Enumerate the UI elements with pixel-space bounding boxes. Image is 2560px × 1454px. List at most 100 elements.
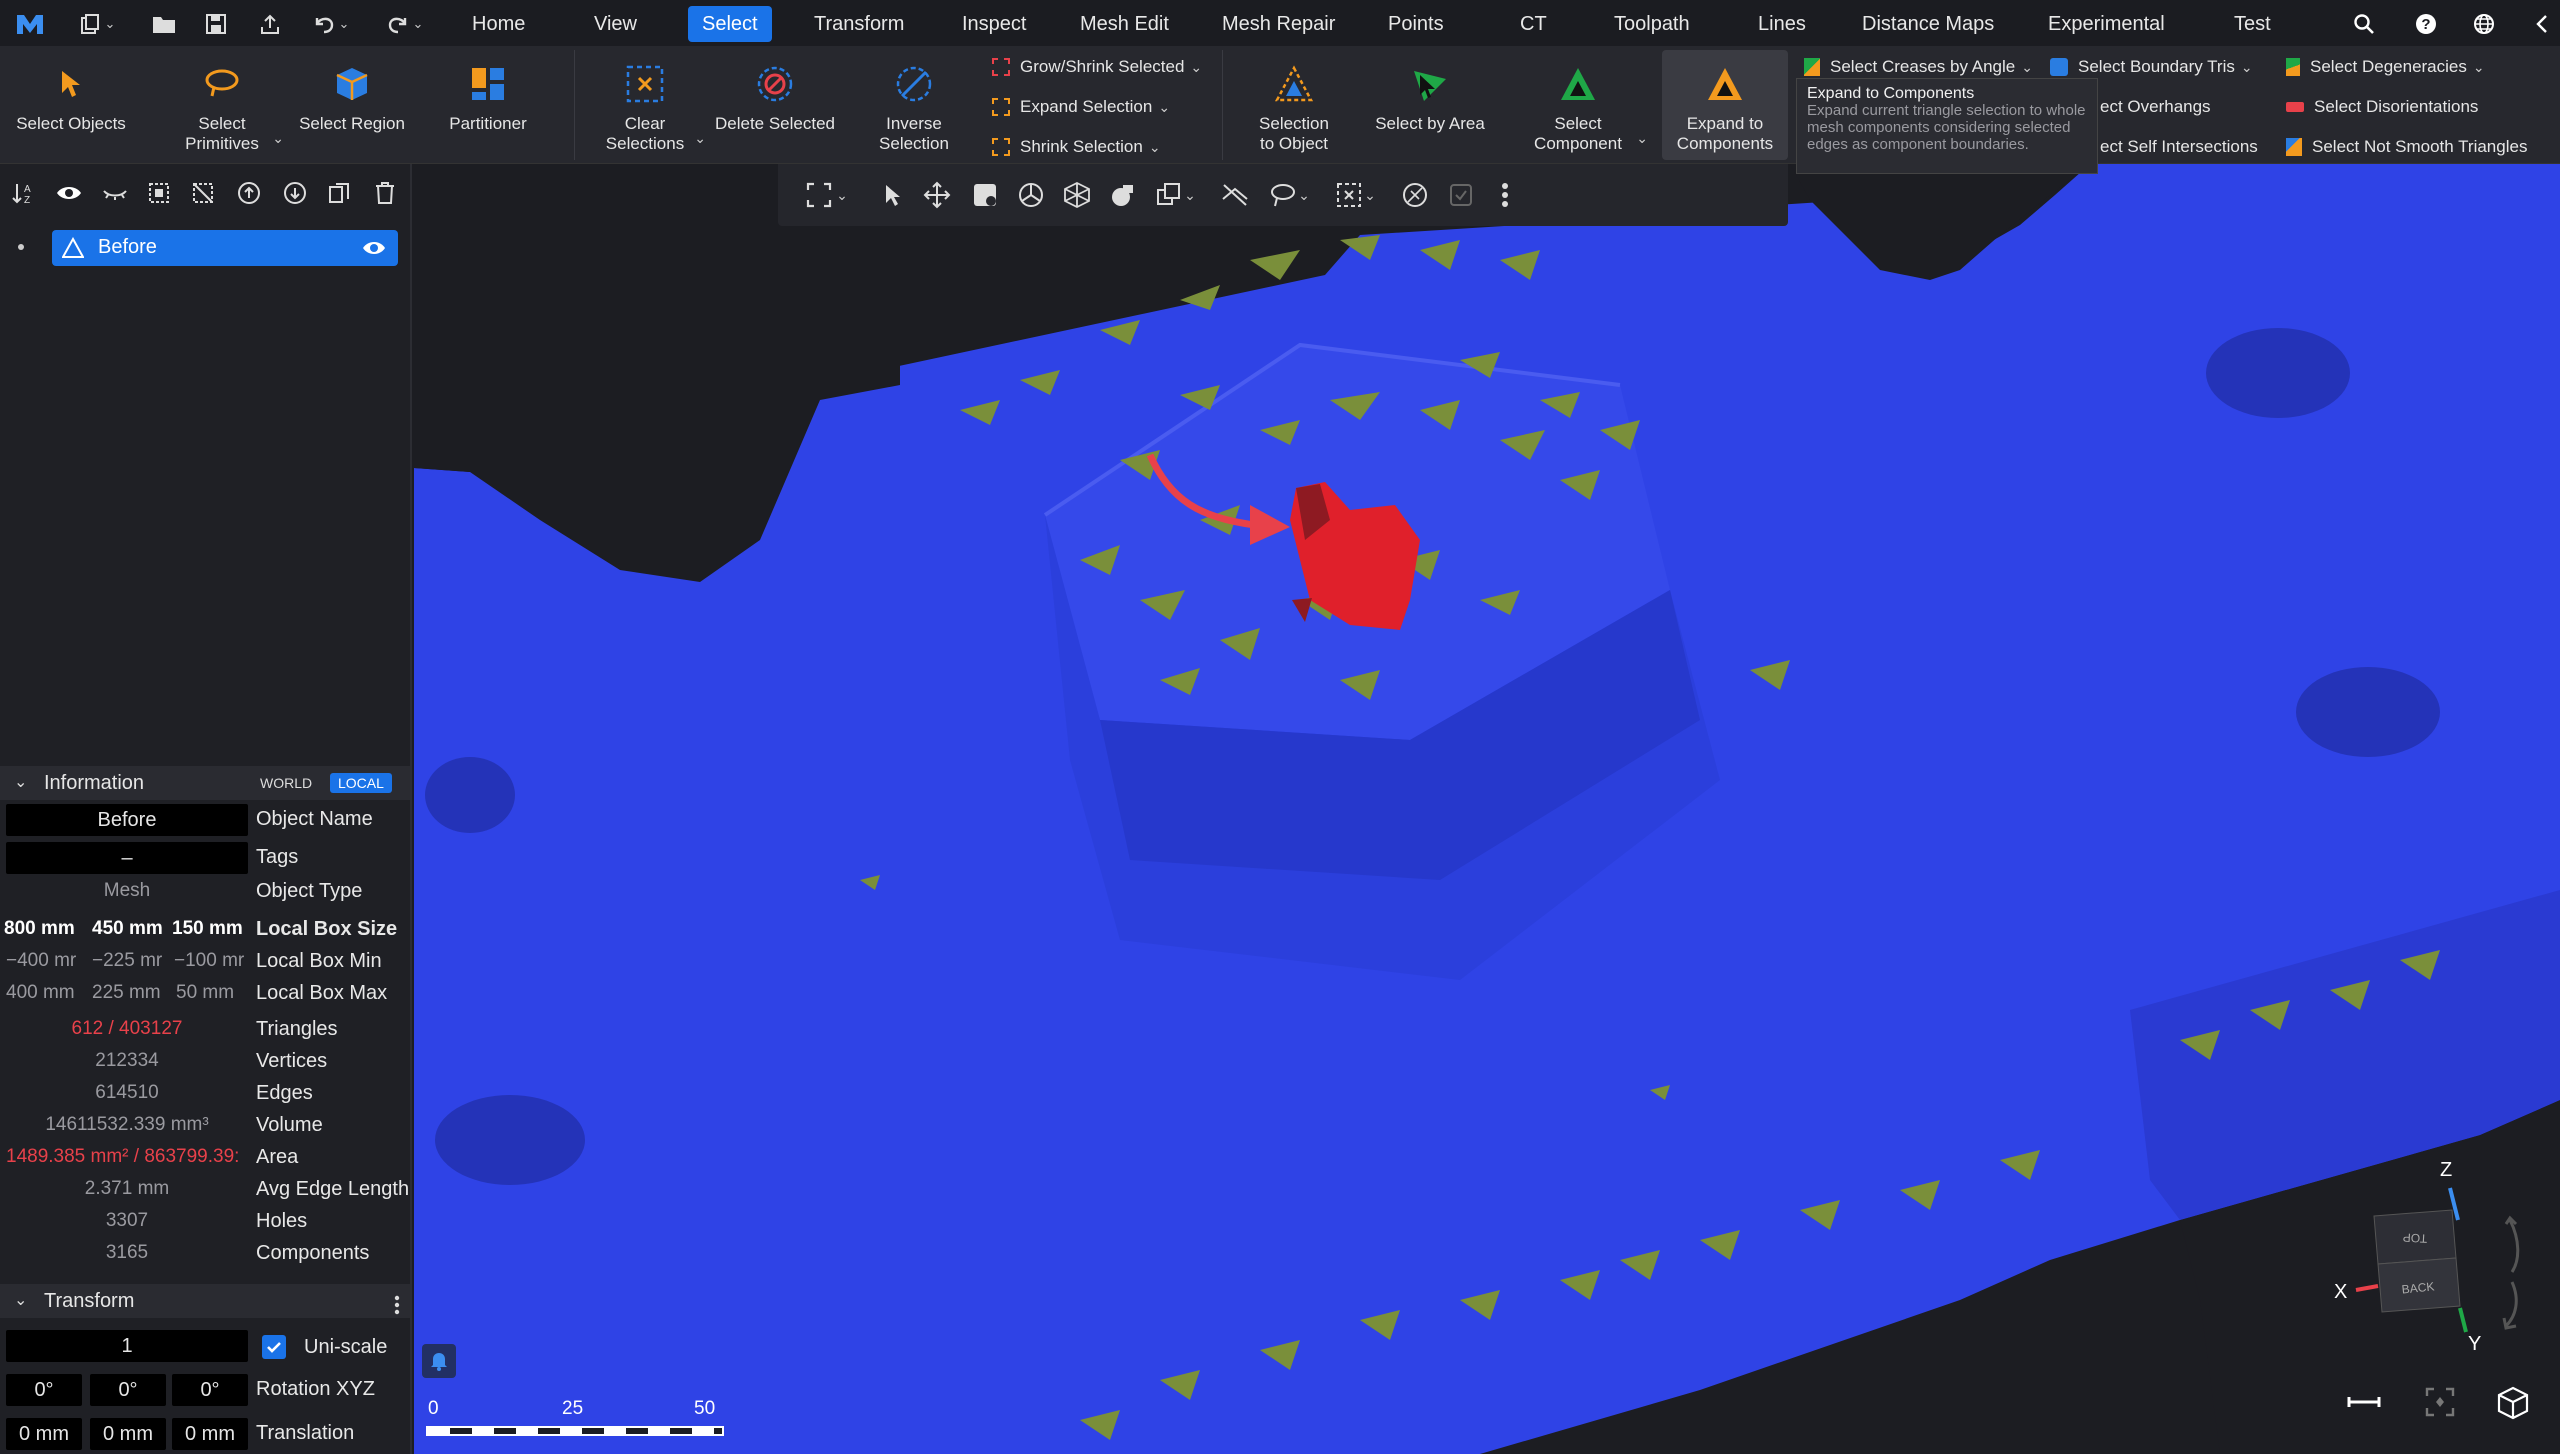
selection-to-object-button[interactable]: Selection to Object	[1236, 46, 1352, 164]
camera-icon[interactable]	[1106, 178, 1140, 212]
show-all-eye-icon[interactable]	[54, 178, 84, 208]
deselect-all-icon[interactable]	[188, 178, 218, 208]
transform-gizmo-icon[interactable]	[1060, 178, 1094, 212]
tab-inspect[interactable]: Inspect	[948, 6, 1040, 42]
rotate-cw-icon[interactable]	[2504, 1215, 2520, 1273]
tab-mesh-repair[interactable]: Mesh Repair	[1208, 6, 1349, 42]
perspective-cube-icon[interactable]	[2496, 1386, 2532, 1422]
save-icon[interactable]	[198, 6, 234, 42]
tab-experimental[interactable]: Experimental	[2034, 6, 2179, 42]
select-component-button[interactable]: Select Component ⌄	[1516, 46, 1648, 164]
tab-distance-maps[interactable]: Distance Maps	[1848, 6, 2008, 42]
language-globe-icon[interactable]	[2466, 6, 2502, 42]
select-cursor-icon[interactable]	[876, 178, 910, 212]
inverse-selection-button[interactable]: Inverse Selection	[852, 46, 976, 164]
select-not-smooth-triangles-button[interactable]: Select Not Smooth Triangles	[2286, 132, 2527, 162]
uniscale-checkbox[interactable]	[262, 1335, 286, 1359]
collapse-panel-icon[interactable]	[2524, 6, 2560, 42]
transform-menu-icon[interactable]	[394, 1292, 400, 1326]
filter-icon[interactable]	[1398, 178, 1432, 212]
select-degeneracies-dropdown-icon[interactable]: ⌄	[2473, 59, 2485, 76]
translation-z-field[interactable]: 0 mm	[172, 1418, 248, 1450]
new-file-dropdown-icon[interactable]: ⌄	[102, 6, 118, 42]
grow-shrink-dropdown-icon[interactable]: ⌄	[1190, 59, 1202, 76]
search-icon[interactable]	[2346, 6, 2382, 42]
paint-selection-icon[interactable]	[968, 178, 1002, 212]
tab-select[interactable]: Select	[688, 6, 772, 42]
3d-viewport[interactable]	[414, 164, 2560, 1454]
select-primitives-dropdown-icon[interactable]: ⌄	[272, 130, 284, 147]
select-creases-dropdown-icon[interactable]: ⌄	[2021, 59, 2033, 76]
ruler-icon[interactable]	[2346, 1394, 2382, 1414]
shrink-selection-dropdown-icon[interactable]: ⌄	[1149, 139, 1161, 156]
clone-dropdown-icon[interactable]: ⌄	[1180, 178, 1200, 212]
duplicate-icon[interactable]	[324, 178, 354, 208]
tab-lines[interactable]: Lines	[1744, 6, 1820, 42]
tab-toolpath[interactable]: Toolpath	[1600, 6, 1704, 42]
lasso-dropdown-icon[interactable]: ⌄	[1294, 178, 1314, 212]
rotate-view-icon[interactable]	[1014, 178, 1048, 212]
hide-surface-icon[interactable]	[1218, 178, 1252, 212]
redo-dropdown-icon[interactable]: ⌄	[410, 6, 426, 42]
select-overhangs-button[interactable]: ect Overhangs	[2100, 92, 2211, 122]
clear-selections-button[interactable]: Clear Selections ⌄	[590, 46, 706, 164]
hide-all-eye-icon[interactable]	[100, 178, 130, 208]
more-options-icon[interactable]	[1488, 178, 1522, 212]
tab-ct[interactable]: CT	[1506, 6, 1561, 42]
undo-dropdown-icon[interactable]: ⌄	[336, 6, 352, 42]
accept-check-icon[interactable]	[1444, 178, 1478, 212]
clear-selections-dropdown-icon[interactable]: ⌄	[694, 130, 706, 147]
move-icon[interactable]	[920, 178, 954, 212]
object-name-field[interactable]: Before	[6, 804, 248, 836]
view-cube[interactable]: Z X Y TOP BACK	[2320, 1160, 2530, 1350]
select-boundary-tris-dropdown-icon[interactable]: ⌄	[2241, 59, 2253, 76]
help-icon[interactable]: ?	[2408, 6, 2444, 42]
tab-home[interactable]: Home	[458, 6, 539, 42]
trash-icon[interactable]	[370, 178, 400, 208]
move-down-icon[interactable]	[280, 178, 310, 208]
select-region-button[interactable]: Select Region	[290, 46, 414, 164]
rotate-ccw-icon[interactable]	[2502, 1281, 2518, 1330]
sort-az-icon[interactable]: AZ	[10, 178, 40, 208]
translation-x-field[interactable]: 0 mm	[6, 1418, 82, 1450]
scale-field[interactable]: 1	[6, 1330, 248, 1362]
visibility-eye-icon[interactable]	[362, 239, 386, 262]
delete-selected-button[interactable]: Delete Selected	[712, 46, 838, 164]
expand-selection-dropdown-icon[interactable]: ⌄	[1158, 99, 1170, 116]
notification-bell-button[interactable]	[422, 1344, 456, 1378]
select-all-icon[interactable]	[144, 178, 174, 208]
select-objects-button[interactable]: Select Objects	[6, 46, 136, 164]
translation-y-field[interactable]: 0 mm	[90, 1418, 166, 1450]
shrink-selection-button[interactable]: Shrink Selection ⌄	[992, 132, 1161, 162]
select-degeneracies-button[interactable]: Select Degeneracies ⌄	[2286, 52, 2485, 82]
tags-field[interactable]: –	[6, 842, 248, 874]
box-deselect-dropdown-icon[interactable]: ⌄	[1360, 178, 1380, 212]
rotation-x-field[interactable]: 0°	[6, 1374, 82, 1406]
tab-test[interactable]: Test	[2220, 6, 2285, 42]
world-toggle[interactable]: WORLD	[254, 773, 318, 793]
select-primitives-button[interactable]: Select Primitives ⌄	[160, 46, 284, 164]
information-header[interactable]: ⌄ Information WORLD LOCAL	[0, 766, 410, 800]
rotation-z-field[interactable]: 0°	[172, 1374, 248, 1406]
select-component-dropdown-icon[interactable]: ⌄	[1636, 130, 1648, 147]
fit-to-screen-icon[interactable]	[2424, 1386, 2460, 1422]
app-logo-icon[interactable]	[12, 6, 48, 42]
rotation-y-field[interactable]: 0°	[90, 1374, 166, 1406]
expand-to-components-button[interactable]: Expand to Components	[1662, 50, 1788, 160]
transform-header[interactable]: ⌄ Transform	[0, 1284, 410, 1318]
select-disorientations-button[interactable]: Select Disorientations	[2286, 92, 2478, 122]
partitioner-button[interactable]: Partitioner	[426, 46, 550, 164]
tab-view[interactable]: View	[580, 6, 651, 42]
select-self-intersections-button[interactable]: ect Self Intersections	[2100, 132, 2258, 162]
fit-view-icon[interactable]	[802, 178, 836, 212]
tree-item-before[interactable]: Before	[52, 230, 398, 266]
tab-points[interactable]: Points	[1374, 6, 1458, 42]
expand-selection-button[interactable]: Expand Selection ⌄	[992, 92, 1170, 122]
fit-view-dropdown-icon[interactable]: ⌄	[832, 178, 852, 212]
move-up-icon[interactable]	[234, 178, 264, 208]
local-toggle[interactable]: LOCAL	[330, 773, 392, 793]
open-folder-icon[interactable]	[146, 6, 182, 42]
select-by-area-button[interactable]: Select by Area	[1366, 46, 1494, 164]
tab-transform[interactable]: Transform	[800, 6, 918, 42]
grow-shrink-selected-button[interactable]: Grow/Shrink Selected ⌄	[992, 52, 1202, 82]
